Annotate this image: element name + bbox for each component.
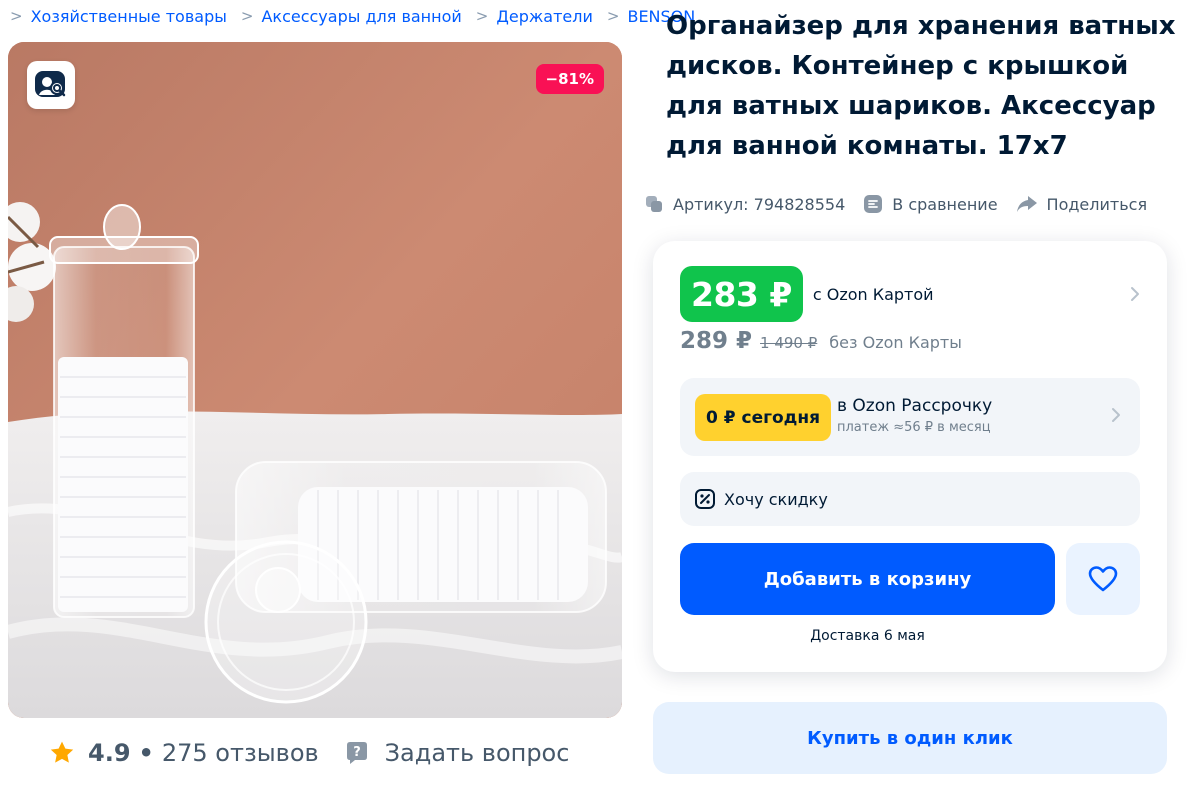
reviews-link[interactable]: 275 отзывов	[162, 739, 319, 767]
ozon-card-label: с Ozon Картой	[812, 284, 934, 304]
chevron-right-icon	[1112, 408, 1120, 422]
installment-subtitle: платеж ≈56 ₽ в месяц	[837, 420, 991, 435]
installment-option[interactable]: 0 ₽ сегодня в Ozon Рассрочку платеж ≈56 …	[680, 378, 1140, 456]
svg-text:?: ?	[353, 745, 361, 760]
installment-title: в Ozon Рассрочку	[837, 396, 993, 416]
share-label: Поделиться	[1046, 194, 1148, 214]
product-image-illustration	[8, 42, 622, 718]
compare-icon	[864, 195, 883, 213]
compare-label: В сравнение	[892, 194, 998, 214]
star-icon	[50, 741, 74, 763]
image-search-button[interactable]	[27, 61, 75, 109]
ask-question-label: Задать вопрос	[384, 739, 570, 767]
breadcrumb: > Хозяйственные товары > Аксессуары для ва…	[10, 4, 703, 28]
chevron-right-icon: >	[10, 7, 23, 25]
buy-one-click-button[interactable]: Купить в один клик	[653, 702, 1167, 774]
heart-icon	[1088, 566, 1118, 592]
installment-badge: 0 ₽ сегодня	[695, 394, 832, 441]
ozon-card-price: 283 ₽	[680, 266, 803, 322]
breadcrumb-label: Аксессуары для ванной	[261, 6, 462, 26]
regular-price-label: без Ozon Карты	[829, 333, 962, 352]
chevron-right-icon	[1131, 287, 1139, 301]
want-discount-label: Хочу скидку	[724, 489, 828, 509]
breadcrumb-item-household[interactable]: > Хозяйственные товары	[10, 7, 227, 26]
breadcrumb-item-holders[interactable]: > Держатели	[476, 7, 593, 26]
chevron-right-icon: >	[240, 7, 254, 25]
product-title: Органайзер для хранения ватных дисков. К…	[666, 11, 1176, 161]
article-copy[interactable]: Артикул: 794828554	[644, 194, 845, 214]
image-search-icon	[35, 71, 66, 97]
favorite-button[interactable]	[1066, 543, 1140, 615]
rating-separator: •	[138, 739, 154, 767]
delivery-date: Доставка 6 мая	[810, 628, 925, 644]
price-card: 283 ₽ с Ozon Картой 289 ₽ 1 490 ₽ без Oz…	[653, 241, 1167, 672]
ask-question-link[interactable]: ? Задать вопрос	[343, 739, 570, 767]
share-icon	[1016, 196, 1037, 212]
regular-price-row: 289 ₽ 1 490 ₽ без Ozon Карты	[680, 328, 962, 358]
compare-button[interactable]: В сравнение	[863, 194, 998, 214]
chevron-right-icon: >	[606, 7, 620, 25]
share-button[interactable]: Поделиться	[1016, 194, 1148, 214]
want-discount-button[interactable]: Хочу скидку	[680, 472, 1140, 526]
rating-row: 4.9 • 275 отзывов ? Задать вопрос	[48, 735, 569, 771]
article-icon	[646, 196, 662, 212]
discount-badge: −81%	[535, 64, 604, 94]
article-label: Артикул: 794828554	[673, 194, 846, 214]
chevron-right-icon: >	[475, 7, 489, 25]
add-to-cart-button[interactable]: Добавить в корзину	[680, 543, 1055, 615]
ozon-card-price-row[interactable]: 283 ₽ с Ozon Картой	[680, 266, 1141, 322]
breadcrumb-label: Держатели	[496, 6, 593, 26]
old-price: 1 490 ₽	[760, 334, 818, 352]
product-photo[interactable]: −81%	[8, 42, 622, 718]
regular-price: 289 ₽	[680, 328, 753, 354]
breadcrumb-item-bath-accessories[interactable]: > Аксессуары для ванной	[241, 7, 462, 26]
rating-value: 4.9	[88, 739, 131, 767]
percent-tag-icon	[695, 489, 715, 509]
breadcrumb-label: Хозяйственные товары	[30, 6, 227, 26]
question-icon: ?	[346, 742, 367, 764]
product-meta-row: Артикул: 794828554 В сравнение Поделитьс…	[644, 190, 1165, 218]
